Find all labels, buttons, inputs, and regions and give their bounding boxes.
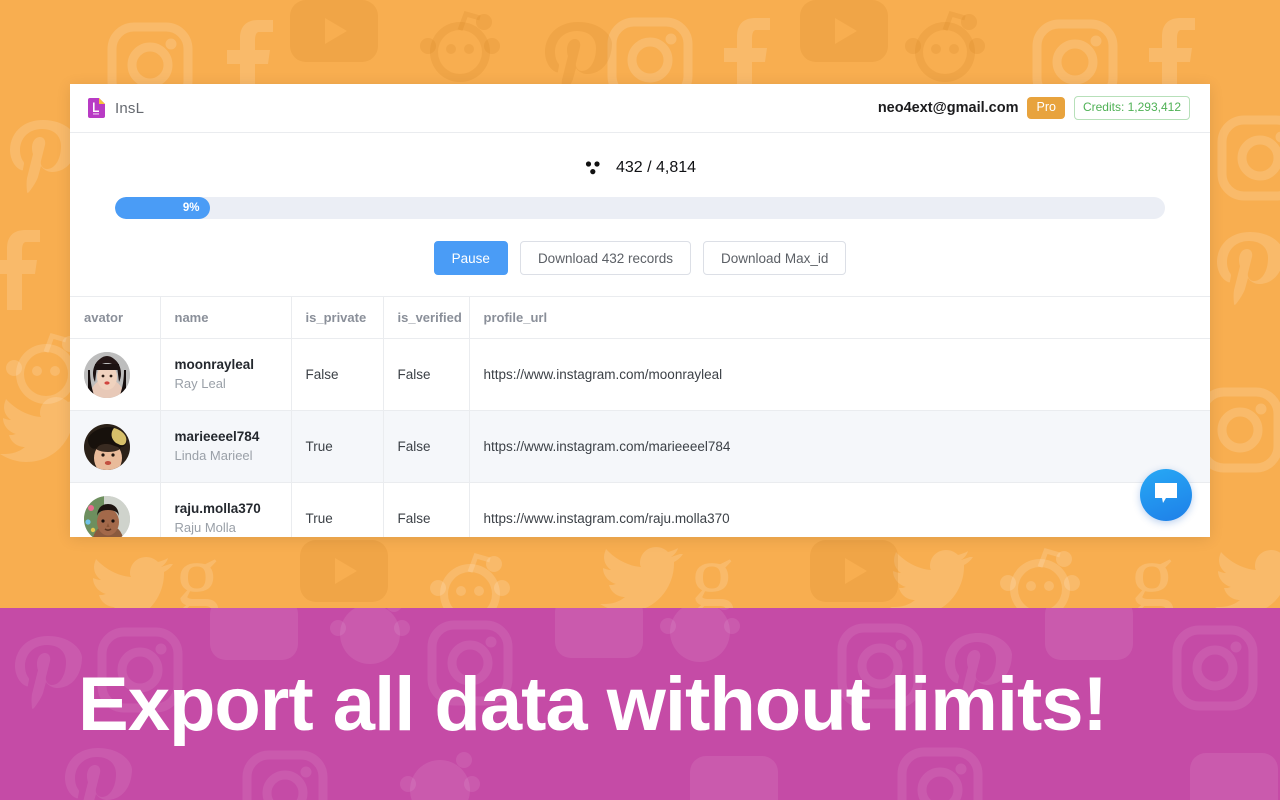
progress-section: 432 / 4,814 9% Pause Download 432 record…	[70, 133, 1210, 296]
user-full-name: Ray Leal	[174, 375, 226, 391]
cell-avator	[70, 338, 161, 411]
cell-avator	[70, 482, 161, 537]
user-avatar-photo	[84, 423, 130, 470]
user-handle: raju.molla370	[174, 501, 261, 517]
progress-counter-text: 432 / 4,814	[615, 159, 697, 176]
header-account-area: neo4ext@gmail.com Pro Credits: 1,293,412	[877, 96, 1190, 120]
promo-headline: Export all data without limits!	[78, 661, 1108, 747]
download-maxid-button[interactable]: Download Max_id	[703, 241, 847, 275]
download-records-button[interactable]: Download 432 records	[519, 241, 692, 275]
progress-bar-track: 9%	[115, 197, 1165, 219]
user-full-name: Raju Molla	[174, 519, 236, 535]
results-table: avator name is_private is_verified profi…	[70, 296, 1210, 537]
progress-percent-label: 9%	[182, 202, 200, 214]
user-avatar-photo	[84, 495, 130, 537]
pause-button[interactable]: Pause	[433, 241, 508, 275]
promo-banner: Export all data without limits!	[0, 608, 1280, 800]
user-handle: marieeeel784	[174, 429, 260, 445]
document-l-logo-icon	[88, 98, 105, 118]
table-body: moonrayleal Ray Leal False False https:/…	[70, 338, 1210, 537]
cell-avator	[70, 410, 161, 483]
brand: InsL	[88, 98, 144, 118]
credits-badge[interactable]: Credits: 1,293,412	[1073, 96, 1190, 120]
cell-is-verified: False	[383, 410, 470, 483]
cell-is-private: True	[291, 482, 384, 537]
column-header-is-private[interactable]: is_private	[291, 296, 384, 339]
user-full-name: Linda Marieel	[174, 447, 253, 463]
column-header-avator[interactable]: avator	[70, 296, 161, 339]
three-dot-loading-spinner-icon	[584, 159, 602, 177]
table-row[interactable]: raju.molla370 Raju Molla True False http…	[70, 482, 1210, 537]
user-avatar-photo	[84, 351, 130, 398]
column-header-is-verified[interactable]: is_verified	[383, 296, 470, 339]
cell-is-verified: False	[383, 482, 470, 537]
column-header-profile-url[interactable]: profile_url	[469, 296, 1210, 339]
table-row[interactable]: moonrayleal Ray Leal False False https:/…	[70, 338, 1210, 411]
cell-is-private: True	[291, 410, 384, 483]
table-row[interactable]: marieeeel784 Linda Marieel True False ht…	[70, 410, 1210, 483]
action-button-row: Pause Download 432 records Download Max_…	[70, 241, 1210, 296]
user-handle: moonrayleal	[174, 357, 255, 373]
brand-name: InsL	[115, 99, 145, 117]
speech-bubble-icon	[1153, 481, 1179, 510]
cell-is-verified: False	[383, 338, 470, 411]
cell-name: moonrayleal Ray Leal	[160, 338, 292, 411]
progress-bar-fill: 9%	[115, 197, 210, 219]
app-header: InsL neo4ext@gmail.com Pro Credits: 1,29…	[70, 84, 1210, 133]
table-header-row: avator name is_private is_verified profi…	[70, 296, 1210, 339]
cell-profile-url[interactable]: https://www.instagram.com/moonrayleal	[469, 338, 1210, 411]
cell-name: marieeeel784 Linda Marieel	[160, 410, 292, 483]
plan-badge: Pro	[1027, 97, 1065, 119]
cell-profile-url[interactable]: https://www.instagram.com/marieeeel784	[469, 410, 1210, 483]
progress-counter-row: 432 / 4,814	[70, 153, 1210, 183]
cell-name: raju.molla370 Raju Molla	[160, 482, 292, 537]
cell-is-private: False	[291, 338, 384, 411]
account-email: neo4ext@gmail.com	[877, 100, 1019, 116]
column-header-name[interactable]: name	[160, 296, 292, 339]
app-window-card: InsL neo4ext@gmail.com Pro Credits: 1,29…	[70, 84, 1210, 537]
cell-profile-url[interactable]: https://www.instagram.com/raju.molla370	[469, 482, 1210, 537]
table-header: avator name is_private is_verified profi…	[70, 296, 1210, 339]
chat-widget-button[interactable]	[1140, 469, 1192, 521]
